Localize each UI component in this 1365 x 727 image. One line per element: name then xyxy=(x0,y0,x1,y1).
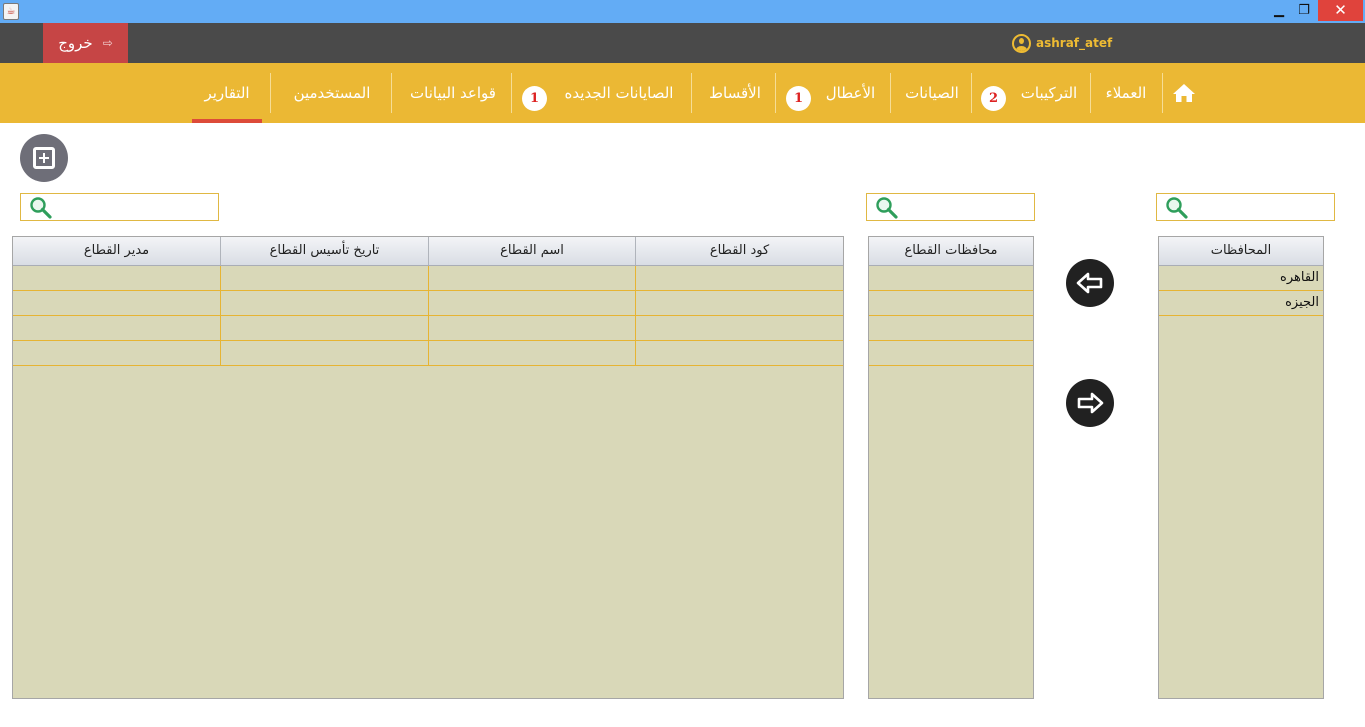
sector-governorates-table-header: محافظات القطاع xyxy=(869,237,1033,266)
column-header-sector-name[interactable]: اسم القطاع xyxy=(428,237,635,265)
column-header-sector-founded-date[interactable]: تاريخ تأسيس القطاع xyxy=(220,237,428,265)
table-cell xyxy=(13,291,220,315)
home-icon[interactable] xyxy=(1172,83,1196,103)
table-cell xyxy=(428,341,635,365)
table-cell xyxy=(13,341,220,365)
nav-separator xyxy=(391,73,392,113)
table-row[interactable] xyxy=(869,341,1033,366)
table-row[interactable]: الجيزه xyxy=(1159,291,1323,316)
move-left-button[interactable] xyxy=(1066,259,1114,307)
user-icon xyxy=(1012,33,1031,53)
sectors-table-header: كود القطاع اسم القطاع تاريخ تأسيس القطاع… xyxy=(13,237,843,266)
table-cell xyxy=(428,266,635,290)
column-header-governorates[interactable]: المحافظات xyxy=(1159,237,1323,265)
sector-governorates-search xyxy=(866,193,1035,221)
plus-square-icon xyxy=(33,147,55,169)
nav-separator xyxy=(511,73,512,113)
window-titlebar: ☕ ▁ ❐ ✕ xyxy=(0,0,1365,23)
search-icon xyxy=(30,197,52,219)
nav-separator xyxy=(775,73,776,113)
table-cell xyxy=(635,341,843,365)
table-cell xyxy=(13,316,220,340)
table-cell xyxy=(869,266,1033,290)
arrow-right-icon xyxy=(1077,392,1104,414)
governorates-table: المحافظات القاهره الجيزه xyxy=(1158,236,1324,699)
maximize-button[interactable]: ❐ xyxy=(1293,0,1315,21)
column-header-sector-governorates[interactable]: محافظات القطاع xyxy=(869,237,1033,265)
nav-item-users[interactable]: المستخدمين xyxy=(280,63,384,123)
faults-count-badge: 1 xyxy=(786,86,811,111)
table-cell xyxy=(220,316,428,340)
username-label: ashraf_atef xyxy=(1036,36,1113,50)
nav-item-customers[interactable]: العملاء xyxy=(1095,63,1157,123)
search-icon xyxy=(1166,197,1188,219)
add-sector-button[interactable] xyxy=(20,134,68,182)
table-row[interactable] xyxy=(13,266,843,291)
table-row[interactable] xyxy=(869,266,1033,291)
table-cell xyxy=(869,291,1033,315)
search-icon xyxy=(876,197,898,219)
column-header-sector-manager[interactable]: مدير القطاع xyxy=(13,237,220,265)
nav-item-reports[interactable]: التقارير xyxy=(192,63,262,123)
close-button[interactable]: ✕ xyxy=(1318,0,1363,21)
user-bar: خروج ⇨ ashraf_atef xyxy=(0,23,1365,63)
java-icon: ☕ xyxy=(3,3,19,20)
table-row[interactable] xyxy=(13,316,843,341)
table-row[interactable]: القاهره xyxy=(1159,266,1323,291)
nav-item-faults[interactable]: الأعطال xyxy=(819,63,882,123)
logout-label: خروج xyxy=(58,34,93,52)
sector-governorates-search-input[interactable] xyxy=(901,196,1030,218)
table-row[interactable] xyxy=(13,291,843,316)
governorates-search-input[interactable] xyxy=(1191,196,1330,218)
nav-separator xyxy=(1090,73,1091,113)
table-cell xyxy=(428,316,635,340)
nav-separator xyxy=(270,73,271,113)
nav-separator xyxy=(691,73,692,113)
table-cell xyxy=(635,266,843,290)
move-right-button[interactable] xyxy=(1066,379,1114,427)
nav-separator xyxy=(890,73,891,113)
nav-item-installations[interactable]: التركيبات xyxy=(1013,63,1085,123)
nav-item-installments[interactable]: الأقساط xyxy=(702,63,768,123)
sectors-table: كود القطاع اسم القطاع تاريخ تأسيس القطاع… xyxy=(12,236,844,699)
arrow-left-icon xyxy=(1076,272,1103,294)
nav-separator xyxy=(1162,73,1163,113)
app-window: ☕ ▁ ❐ ✕ خروج ⇨ ashraf_atef العملاء الترك… xyxy=(0,0,1365,727)
table-cell: القاهره xyxy=(1280,270,1319,285)
sectors-search-input[interactable] xyxy=(55,196,214,218)
logout-button[interactable]: خروج ⇨ xyxy=(43,23,128,63)
table-row[interactable] xyxy=(869,316,1033,341)
governorates-search xyxy=(1156,193,1335,221)
main-nav: العملاء التركيبات 2 الصيانات الأعطال 1 ا… xyxy=(0,63,1365,123)
table-cell xyxy=(13,266,220,290)
table-cell xyxy=(220,341,428,365)
column-header-sector-code[interactable]: كود القطاع xyxy=(635,237,843,265)
nav-item-maintenance[interactable]: الصيانات xyxy=(899,63,965,123)
installations-count-badge: 2 xyxy=(981,86,1006,111)
table-cell xyxy=(220,266,428,290)
minimize-button[interactable]: ▁ xyxy=(1268,0,1290,21)
table-cell xyxy=(869,316,1033,340)
new-maintenance-count-badge: 1 xyxy=(522,86,547,111)
table-cell xyxy=(635,316,843,340)
exit-icon: ⇨ xyxy=(102,36,113,50)
sector-governorates-table: محافظات القطاع xyxy=(868,236,1034,699)
table-cell xyxy=(869,341,1033,365)
sectors-search xyxy=(20,193,219,221)
nav-item-new-maintenance[interactable]: الصايانات الجديده xyxy=(553,63,685,123)
table-row[interactable] xyxy=(869,291,1033,316)
table-cell xyxy=(635,291,843,315)
current-user: ashraf_atef xyxy=(1012,33,1112,53)
nav-item-databases[interactable]: قواعد البيانات xyxy=(400,63,506,123)
governorates-table-header: المحافظات xyxy=(1159,237,1323,266)
table-cell xyxy=(428,291,635,315)
nav-separator xyxy=(971,73,972,113)
table-row[interactable] xyxy=(13,341,843,366)
table-cell: الجيزه xyxy=(1285,295,1319,310)
table-cell xyxy=(220,291,428,315)
